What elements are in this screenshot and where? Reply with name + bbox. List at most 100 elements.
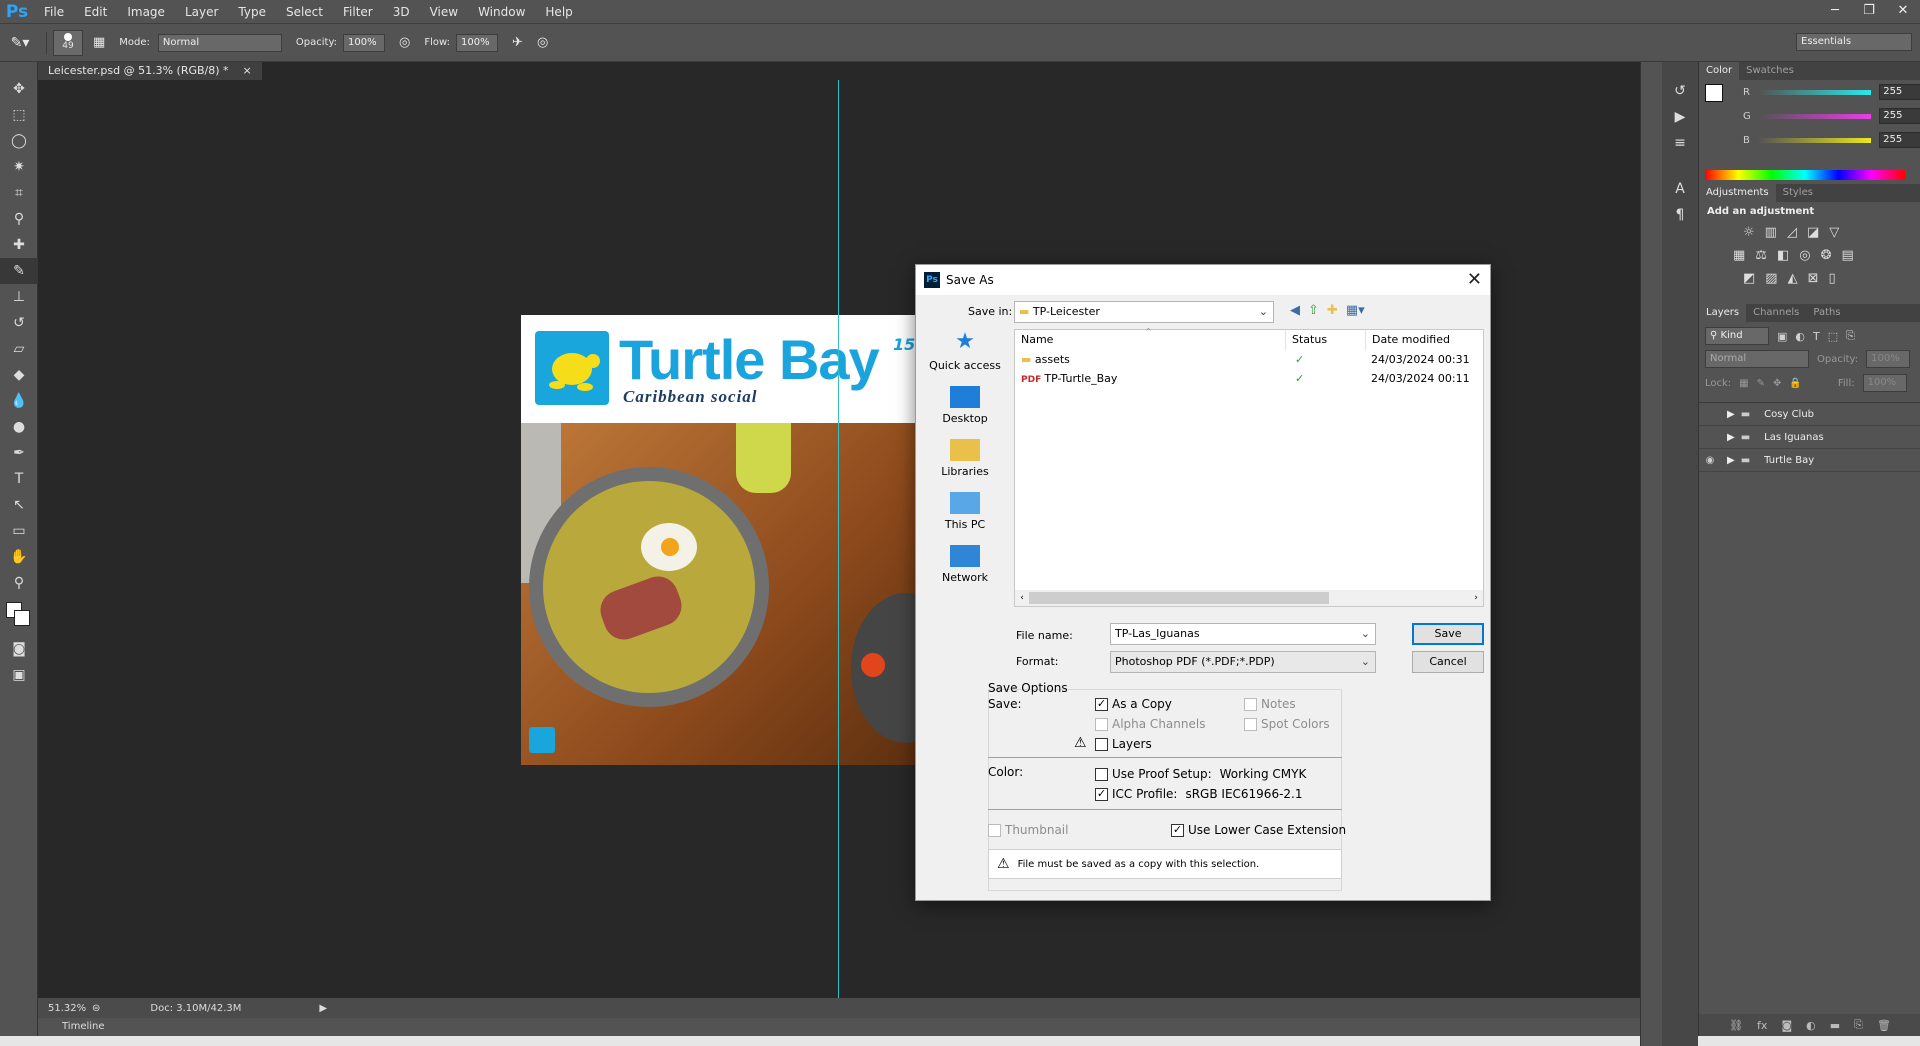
vibrance-icon[interactable]: ▽: [1829, 225, 1839, 240]
bw-icon[interactable]: ◧: [1777, 248, 1789, 263]
brush-tool-icon[interactable]: ✎▾: [0, 35, 40, 51]
status-info-icon[interactable]: ⊜: [92, 1003, 100, 1014]
tab-paths[interactable]: Paths: [1806, 304, 1847, 322]
color-swatches[interactable]: [0, 596, 37, 636]
move-tool-icon[interactable]: ✥: [0, 76, 38, 102]
zoom-level[interactable]: 51.32%: [38, 1003, 86, 1014]
tab-color[interactable]: Color: [1699, 62, 1740, 80]
menu-edit[interactable]: Edit: [74, 0, 117, 24]
layer-row[interactable]: ▶ ▬ Las Iguanas: [1699, 426, 1920, 449]
add-mask-icon[interactable]: ◙: [1781, 1019, 1792, 1032]
filter-adjustment-icon[interactable]: ◐: [1795, 330, 1805, 343]
new-layer-icon[interactable]: ⎘: [1854, 1018, 1863, 1032]
layers-checkbox[interactable]: [1095, 737, 1108, 751]
eyedropper-tool-icon[interactable]: ⚲: [0, 206, 38, 232]
tab-styles[interactable]: Styles: [1776, 184, 1820, 202]
dodge-tool-icon[interactable]: ●: [0, 414, 38, 440]
magic-wand-tool-icon[interactable]: ✷: [0, 154, 38, 180]
menu-layer[interactable]: Layer: [175, 0, 228, 24]
clone-stamp-tool-icon[interactable]: ⊥: [0, 284, 38, 310]
workspace-value[interactable]: Essentials: [1801, 36, 1851, 47]
crop-tool-icon[interactable]: ⌗: [0, 180, 38, 206]
scroll-thumb[interactable]: [1029, 592, 1329, 604]
brightness-icon[interactable]: ☼: [1743, 225, 1755, 240]
expand-arrow-icon[interactable]: ▶: [1727, 455, 1735, 466]
document-tab[interactable]: Leicester.psd @ 51.3% (RGB/8) * ×: [38, 62, 262, 80]
layer-opacity-value[interactable]: 100%: [1871, 353, 1900, 364]
color-spectrum[interactable]: [1705, 170, 1905, 180]
paint-bucket-tool-icon[interactable]: ◆: [0, 362, 38, 388]
view-menu-icon[interactable]: ▦▾: [1346, 303, 1365, 318]
eraser-tool-icon[interactable]: ▱: [0, 336, 38, 362]
tab-swatches[interactable]: Swatches: [1739, 62, 1801, 80]
new-adjustment-icon[interactable]: ◐: [1806, 1019, 1816, 1032]
tab-layers[interactable]: Layers: [1699, 304, 1747, 322]
channel-r-value[interactable]: 255: [1879, 84, 1920, 100]
hue-sat-icon[interactable]: ▦: [1733, 248, 1745, 263]
path-selection-tool-icon[interactable]: ↖: [0, 492, 38, 518]
paragraph-panel-icon[interactable]: ¶: [1662, 202, 1698, 228]
lock-pixels-icon[interactable]: ✎: [1757, 378, 1765, 389]
tab-channels[interactable]: Channels: [1746, 304, 1806, 322]
background-color[interactable]: [14, 610, 30, 626]
menu-window[interactable]: Window: [468, 0, 535, 24]
delete-layer-icon[interactable]: 🗑: [1877, 1019, 1891, 1032]
eye-icon[interactable]: ◉: [1699, 455, 1721, 466]
filter-smart-icon[interactable]: ⎘: [1846, 329, 1855, 343]
selective-color-icon[interactable]: ⊠: [1808, 271, 1819, 286]
guide-line[interactable]: [838, 80, 839, 998]
channel-mixer-icon[interactable]: ❂: [1821, 248, 1832, 263]
place-desktop[interactable]: Desktop: [920, 386, 1010, 425]
exposure-icon[interactable]: ◪: [1807, 225, 1819, 240]
lasso-tool-icon[interactable]: ◯: [0, 128, 38, 154]
kind-filter-select[interactable]: ⚲ Kind: [1705, 327, 1769, 345]
lowercase-checkbox[interactable]: ✓: [1171, 823, 1184, 837]
history-brush-tool-icon[interactable]: ↺: [0, 310, 38, 336]
layers-option[interactable]: Layers: [1095, 737, 1152, 751]
file-name-input[interactable]: TP-Las_Iguanas ⌄: [1110, 623, 1376, 645]
close-tab-icon[interactable]: ×: [243, 62, 252, 80]
menu-file[interactable]: File: [34, 0, 74, 24]
tab-adjustments[interactable]: Adjustments: [1699, 184, 1776, 202]
channel-b-slider[interactable]: [1757, 137, 1872, 143]
file-row[interactable]: ▬ assets ✓ 24/03/2024 00:31: [1015, 350, 1483, 369]
place-libraries[interactable]: Libraries: [920, 439, 1010, 478]
menu-help[interactable]: Help: [535, 0, 582, 24]
menu-filter[interactable]: Filter: [333, 0, 383, 24]
lock-all-icon[interactable]: 🔒: [1789, 378, 1801, 389]
levels-icon[interactable]: ▥: [1765, 225, 1777, 240]
brush-tool-icon[interactable]: ✎: [0, 258, 38, 284]
minimize-button[interactable]: ─: [1818, 0, 1852, 24]
proof-option[interactable]: Use Proof Setup: Working CMYK: [1095, 767, 1306, 781]
history-panel-icon[interactable]: ↺: [1662, 78, 1698, 104]
quick-mask-icon[interactable]: ◙: [0, 636, 38, 662]
dialog-titlebar[interactable]: Ps Save As: [916, 265, 1490, 295]
restore-button[interactable]: ❐: [1852, 0, 1886, 24]
scroll-right-icon[interactable]: ›: [1469, 593, 1483, 603]
cancel-button[interactable]: Cancel: [1412, 651, 1484, 673]
menu-select[interactable]: Select: [276, 0, 333, 24]
icc-checkbox[interactable]: ✓: [1095, 787, 1108, 801]
as-copy-option[interactable]: ✓ As a Copy: [1095, 697, 1172, 711]
channel-b-value[interactable]: 255: [1879, 132, 1920, 148]
as-copy-checkbox[interactable]: ✓: [1095, 697, 1108, 711]
layer-row[interactable]: ◉ ▶ ▬ Turtle Bay: [1699, 449, 1920, 472]
file-row[interactable]: PDF TP-Turtle_Bay ✓ 24/03/2024 00:11: [1015, 369, 1483, 388]
layer-row[interactable]: ▶ ▬ Cosy Club: [1699, 403, 1920, 426]
new-folder-icon[interactable]: ✚: [1327, 303, 1338, 318]
rectangle-tool-icon[interactable]: ▭: [0, 518, 38, 544]
link-layers-icon[interactable]: ⛓: [1729, 1019, 1743, 1032]
color-balance-icon[interactable]: ⚖: [1755, 248, 1767, 263]
lowercase-option[interactable]: ✓ Use Lower Case Extension: [1171, 823, 1346, 837]
zoom-tool-icon[interactable]: ⚲: [0, 570, 38, 596]
brush-preset-picker[interactable]: 49: [53, 29, 83, 56]
curves-icon[interactable]: ◿: [1787, 225, 1797, 240]
horizontal-scrollbar[interactable]: ‹ ›: [1015, 590, 1483, 606]
brush-panel-icon[interactable]: ▦: [93, 35, 105, 50]
format-select[interactable]: Photoshop PDF (*.PDF;*.PDP) ⌄: [1110, 651, 1376, 673]
menu-image[interactable]: Image: [117, 0, 175, 24]
threshold-icon[interactable]: ◭: [1788, 271, 1798, 286]
scroll-left-icon[interactable]: ‹: [1015, 593, 1029, 603]
save-in-select[interactable]: ▬ TP-Leicester ⌄: [1014, 301, 1274, 323]
place-quick-access[interactable]: ★ Quick access: [920, 329, 1010, 372]
